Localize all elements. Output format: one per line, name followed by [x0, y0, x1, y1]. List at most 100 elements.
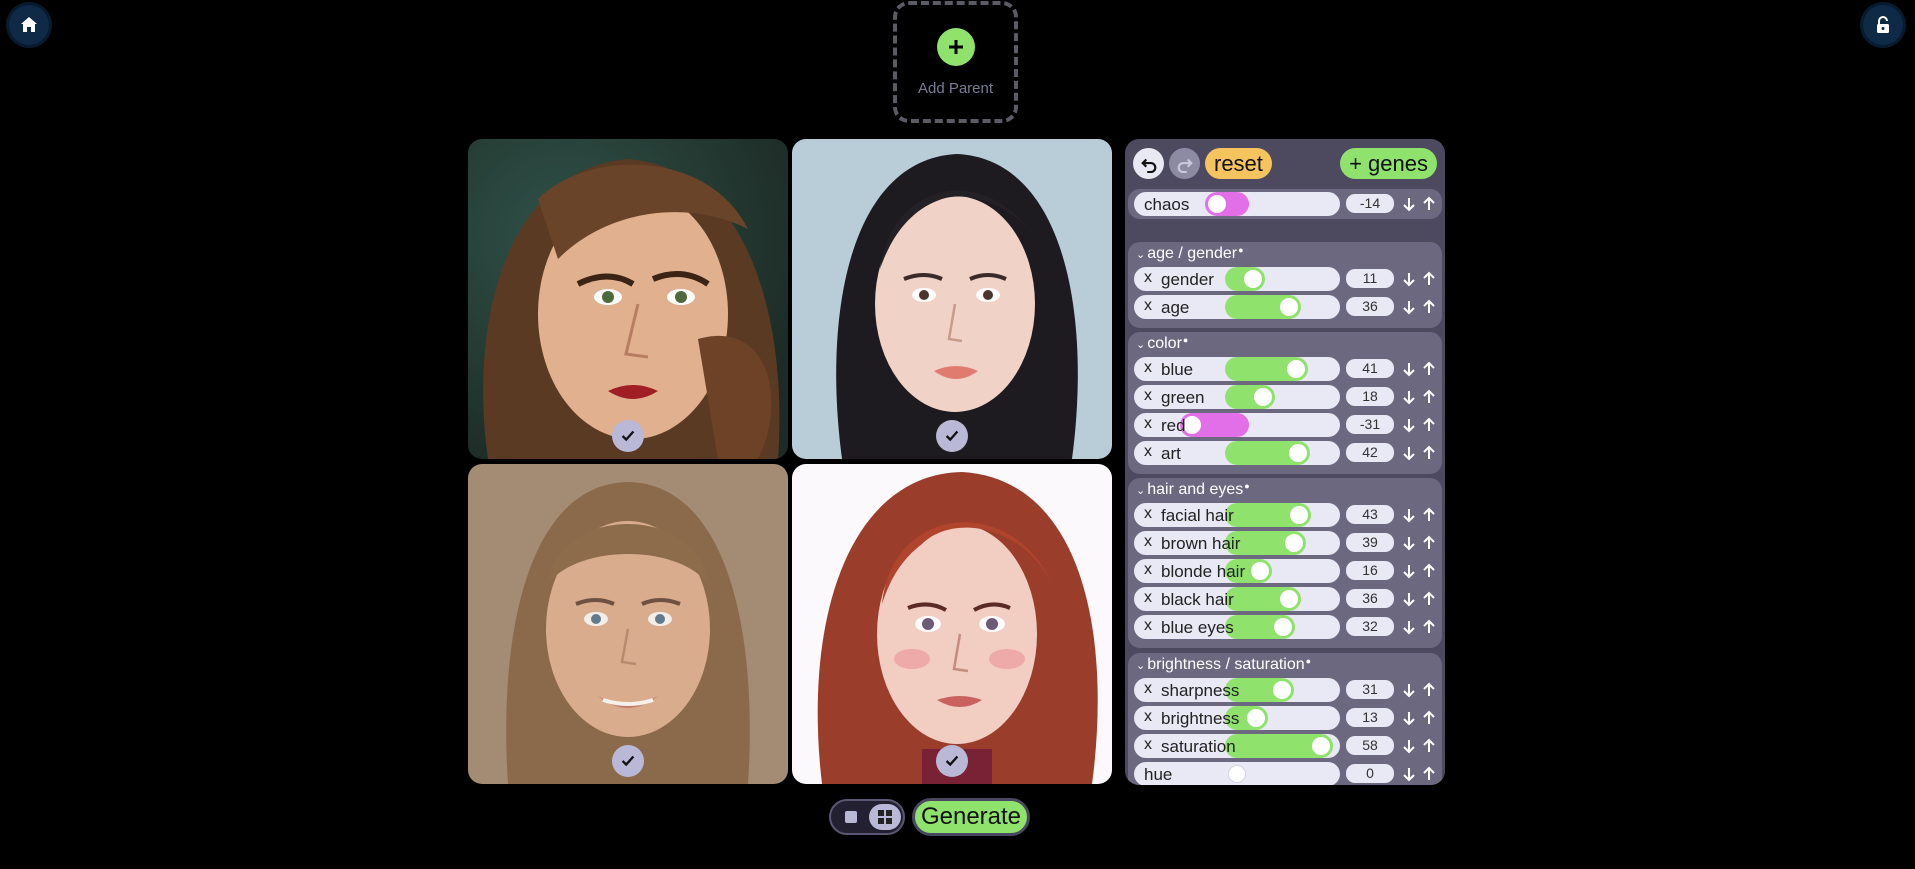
portrait-image[interactable] [468, 464, 788, 784]
arrow-down-icon[interactable] [1401, 710, 1417, 726]
gene-value[interactable]: 13 [1346, 708, 1394, 727]
lock-button[interactable] [1863, 5, 1903, 45]
arrow-up-icon[interactable] [1421, 271, 1437, 287]
arrow-up-icon[interactable] [1421, 563, 1437, 579]
reset-button[interactable]: reset [1205, 148, 1272, 179]
arrow-up-icon[interactable] [1421, 591, 1437, 607]
gene-value[interactable]: -14 [1346, 194, 1394, 213]
gene-value[interactable]: -31 [1346, 415, 1394, 434]
arrow-up-icon[interactable] [1421, 507, 1437, 523]
arrow-up-icon[interactable] [1421, 619, 1437, 635]
remove-gene-button[interactable]: x [1144, 297, 1152, 315]
arrow-down-icon[interactable] [1401, 299, 1417, 315]
arrow-down-icon[interactable] [1401, 196, 1417, 212]
group-header[interactable]: ⌄ age / gender● [1136, 245, 1244, 263]
portrait-image[interactable] [468, 139, 788, 459]
gene-row-green: x green 18 [1134, 385, 1437, 409]
selected-check-icon[interactable] [612, 420, 644, 452]
slider-knob[interactable] [1183, 416, 1202, 434]
group-header[interactable]: ⌄ hair and eyes● [1136, 481, 1250, 499]
gene-value[interactable]: 39 [1346, 533, 1394, 552]
slider-knob[interactable] [1246, 709, 1265, 727]
arrow-up-icon[interactable] [1421, 535, 1437, 551]
gene-group: ⌄ brightness / saturation● x sharpness 31 x br… [1128, 653, 1442, 785]
portrait-image[interactable] [792, 464, 1112, 784]
remove-gene-button[interactable]: x [1144, 269, 1152, 287]
gene-value[interactable]: 36 [1346, 297, 1394, 316]
arrow-down-icon[interactable] [1401, 445, 1417, 461]
gene-value[interactable]: 58 [1346, 736, 1394, 755]
arrow-down-icon[interactable] [1401, 766, 1417, 782]
arrow-down-icon[interactable] [1401, 271, 1417, 287]
remove-gene-button[interactable]: x [1144, 415, 1152, 433]
remove-gene-button[interactable]: x [1144, 387, 1152, 405]
arrow-up-icon[interactable] [1421, 738, 1437, 754]
gene-value[interactable]: 11 [1346, 269, 1394, 288]
grid-view-button[interactable] [869, 804, 901, 830]
selected-check-icon[interactable] [612, 745, 644, 777]
arrow-up-icon[interactable] [1421, 361, 1437, 377]
group-title: color [1147, 335, 1182, 352]
selected-check-icon[interactable] [936, 745, 968, 777]
remove-gene-button[interactable]: x [1144, 505, 1152, 523]
group-header[interactable]: ⌄ brightness / saturation● [1136, 656, 1311, 674]
redo-button[interactable] [1169, 148, 1200, 179]
arrow-down-icon[interactable] [1401, 591, 1417, 607]
slider-knob[interactable] [1312, 737, 1331, 755]
selected-check-icon[interactable] [936, 420, 968, 452]
remove-gene-button[interactable]: x [1144, 533, 1152, 551]
arrow-up-icon[interactable] [1421, 766, 1437, 782]
remove-gene-button[interactable]: x [1144, 736, 1152, 754]
gene-value[interactable]: 32 [1346, 617, 1394, 636]
slider-knob[interactable] [1243, 270, 1262, 288]
gene-value[interactable]: 43 [1346, 505, 1394, 524]
arrow-down-icon[interactable] [1401, 389, 1417, 405]
add-genes-button[interactable]: + genes [1340, 148, 1437, 179]
slider-knob[interactable] [1228, 765, 1246, 783]
slider-knob[interactable] [1284, 534, 1303, 552]
single-view-icon[interactable] [845, 811, 857, 823]
home-button[interactable] [9, 5, 49, 45]
remove-gene-button[interactable]: x [1144, 680, 1152, 698]
gene-value[interactable]: 41 [1346, 359, 1394, 378]
arrow-up-icon[interactable] [1421, 196, 1437, 212]
arrow-down-icon[interactable] [1401, 361, 1417, 377]
gene-value[interactable]: 0 [1346, 764, 1394, 783]
add-parent-button[interactable]: Add Parent [893, 1, 1018, 123]
arrow-up-icon[interactable] [1421, 682, 1437, 698]
arrow-down-icon[interactable] [1401, 507, 1417, 523]
undo-button[interactable] [1133, 148, 1164, 179]
portrait-image[interactable] [792, 139, 1112, 459]
arrow-down-icon[interactable] [1401, 738, 1417, 754]
group-header[interactable]: ⌄ color● [1136, 335, 1188, 353]
arrow-down-icon[interactable] [1401, 563, 1417, 579]
arrow-down-icon[interactable] [1401, 682, 1417, 698]
gene-value[interactable]: 18 [1346, 387, 1394, 406]
gene-value[interactable]: 42 [1346, 443, 1394, 462]
slider-knob[interactable] [1254, 388, 1273, 406]
arrow-up-icon[interactable] [1421, 710, 1437, 726]
gene-value[interactable]: 16 [1346, 561, 1394, 580]
arrow-up-icon[interactable] [1421, 445, 1437, 461]
remove-gene-button[interactable]: x [1144, 561, 1152, 579]
arrow-up-icon[interactable] [1421, 417, 1437, 433]
slider-knob[interactable] [1288, 444, 1307, 462]
arrow-up-icon[interactable] [1421, 389, 1437, 405]
remove-gene-button[interactable]: x [1144, 589, 1152, 607]
generate-button[interactable]: Generate [912, 798, 1030, 836]
arrow-down-icon[interactable] [1401, 619, 1417, 635]
portrait-picture [792, 139, 1112, 459]
remove-gene-button[interactable]: x [1144, 708, 1152, 726]
gene-value[interactable]: 36 [1346, 589, 1394, 608]
gene-row-brown-hair: x brown hair 39 [1134, 531, 1437, 555]
slider-knob[interactable] [1272, 681, 1291, 699]
remove-gene-button[interactable]: x [1144, 443, 1152, 461]
group-title: brightness / saturation [1147, 656, 1305, 673]
arrow-up-icon[interactable] [1421, 299, 1437, 315]
remove-gene-button[interactable]: x [1144, 617, 1152, 635]
gene-value[interactable]: 31 [1346, 680, 1394, 699]
arrow-down-icon[interactable] [1401, 417, 1417, 433]
slider-knob[interactable] [1207, 195, 1226, 213]
remove-gene-button[interactable]: x [1144, 359, 1152, 377]
arrow-down-icon[interactable] [1401, 535, 1417, 551]
